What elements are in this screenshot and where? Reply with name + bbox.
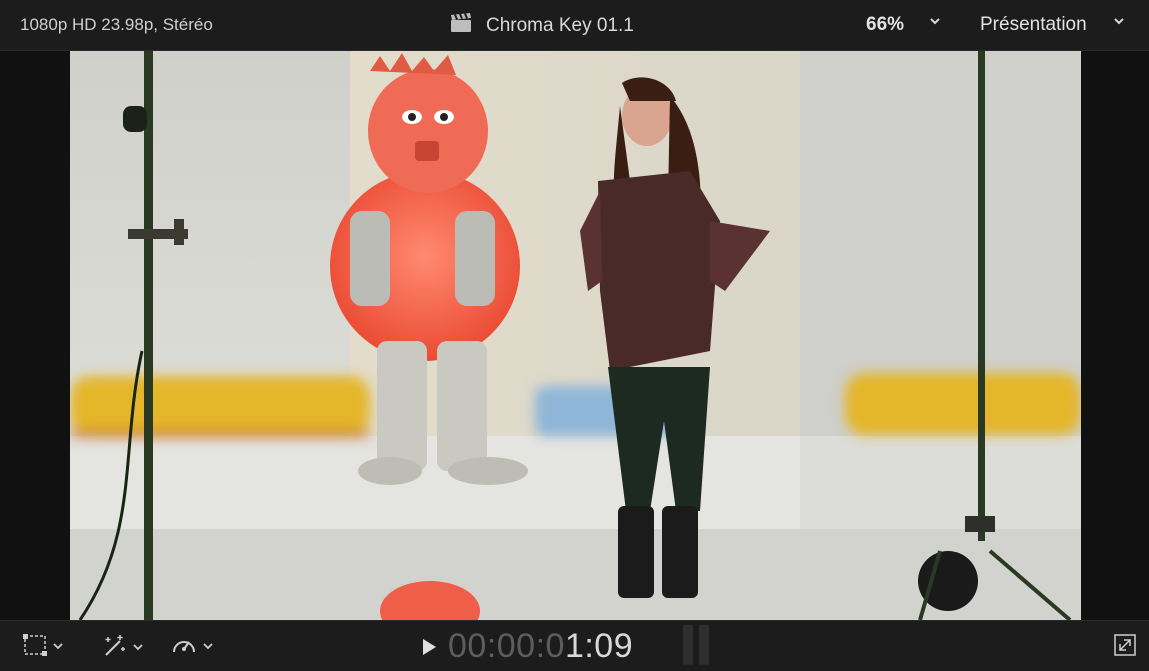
clapperboard-icon xyxy=(450,13,472,38)
retime-tool-button[interactable] xyxy=(170,633,214,662)
audio-meter-left xyxy=(683,625,693,665)
chevron-down-icon[interactable] xyxy=(928,14,942,33)
chevron-down-icon xyxy=(202,639,214,657)
timecode-value: 1:09 xyxy=(564,627,634,665)
chevron-down-icon[interactable] xyxy=(1112,14,1126,33)
fullscreen-icon[interactable] xyxy=(1114,634,1136,661)
video-viewer[interactable] xyxy=(70,51,1081,620)
video-format-label: 1080p HD 23.98p, Stéréo xyxy=(20,15,213,34)
zoom-level[interactable]: 66% xyxy=(866,14,904,36)
audio-meter-right xyxy=(699,625,709,665)
magic-wand-icon xyxy=(100,633,128,664)
transform-tool-button[interactable] xyxy=(22,633,64,662)
transform-tool-icon xyxy=(22,633,48,662)
timecode-display[interactable]: 00:00:01:09 xyxy=(448,627,633,666)
speedometer-icon xyxy=(170,633,198,662)
timecode-leading: 00:00:0 xyxy=(448,627,565,665)
audio-meter xyxy=(683,625,709,665)
play-icon[interactable] xyxy=(420,637,438,662)
chevron-down-icon xyxy=(52,639,64,657)
viewer-header: 1080p HD 23.98p, Stéréo Chroma Key 01.1 … xyxy=(0,0,1149,51)
video-frame xyxy=(70,51,1081,620)
chevron-down-icon xyxy=(132,640,144,658)
clip-title-group: Chroma Key 01.1 xyxy=(450,13,634,38)
clip-title: Chroma Key 01.1 xyxy=(486,14,634,36)
view-menu-button[interactable]: Présentation xyxy=(980,14,1087,36)
viewer-footer: 00:00:01:09 xyxy=(0,620,1149,671)
enhance-tool-button[interactable] xyxy=(100,633,144,664)
